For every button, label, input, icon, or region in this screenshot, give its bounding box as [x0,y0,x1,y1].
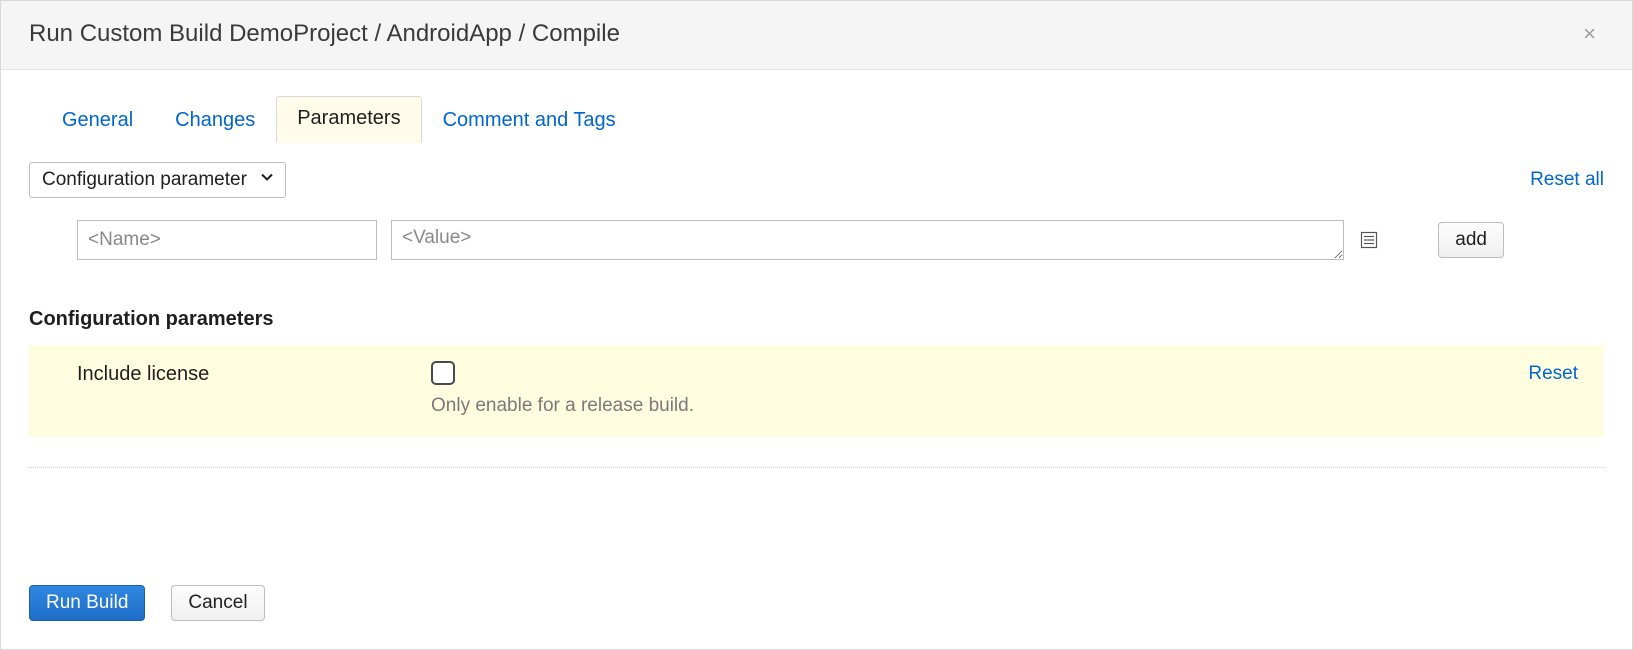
cancel-button[interactable]: Cancel [171,585,264,621]
chevron-down-icon [259,169,275,191]
run-build-button[interactable]: Run Build [29,585,145,621]
expand-editor-icon[interactable] [1358,229,1380,251]
param-row-include-license: Include license Only enable for a releas… [29,345,1604,437]
tab-bar: General Changes Parameters Comment and T… [41,96,1604,144]
dialog-footer: Run Build Cancel [1,563,1632,649]
param-description: Only enable for a release build. [431,395,1514,417]
new-param-value-input[interactable] [391,220,1344,260]
parameter-type-value: Configuration parameter [42,169,247,191]
tab-comment-and-tags[interactable]: Comment and Tags [422,98,637,144]
dialog-header: Run Custom Build DemoProject / AndroidAp… [1,1,1632,70]
config-params-heading: Configuration parameters [29,308,1604,331]
tab-parameters[interactable]: Parameters [276,96,421,143]
run-custom-build-dialog: Run Custom Build DemoProject / AndroidAp… [0,0,1633,650]
close-icon[interactable]: × [1575,19,1604,49]
footer-separator [29,467,1604,468]
new-parameter-row: add [29,220,1604,260]
new-param-name-input[interactable] [77,220,377,260]
param-label: Include license [77,361,417,386]
dialog-body: General Changes Parameters Comment and T… [1,70,1632,563]
include-license-checkbox[interactable] [431,361,455,385]
add-param-button[interactable]: add [1438,222,1504,258]
dialog-title: Run Custom Build DemoProject / AndroidAp… [29,20,620,48]
parameter-type-row: Configuration parameter Reset all [29,162,1604,198]
parameter-type-select[interactable]: Configuration parameter [29,162,286,198]
param-value-column: Only enable for a release build. [431,361,1514,417]
tab-general[interactable]: General [41,98,154,144]
tab-changes[interactable]: Changes [154,98,276,144]
param-reset-link[interactable]: Reset [1528,361,1578,385]
reset-all-link[interactable]: Reset all [1530,169,1604,191]
